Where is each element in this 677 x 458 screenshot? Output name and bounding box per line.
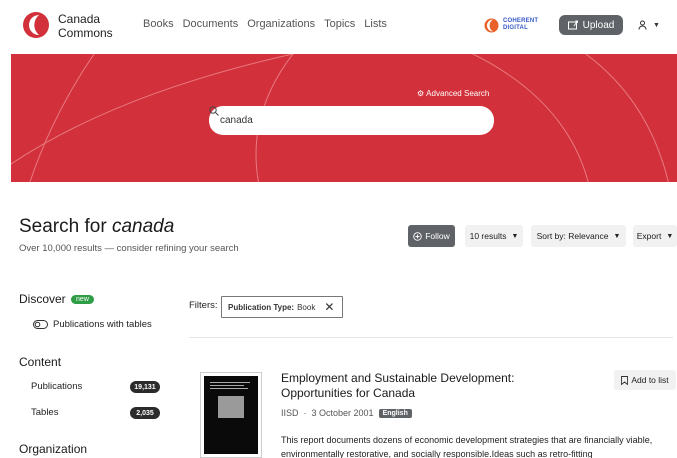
filter-chip-publication-type[interactable]: Publication Type: Book ✕	[221, 296, 343, 318]
nav-lists[interactable]: Lists	[364, 18, 387, 30]
upload-label: Upload	[582, 19, 615, 31]
coherent-digital-text: COHERENT DIGITAL	[503, 18, 538, 32]
sort-label: Sort by: Relevance	[536, 231, 609, 241]
caret-down-icon: ▼	[613, 232, 621, 240]
partner-line1: COHERENT	[503, 18, 539, 24]
publications-count-badge: 19,131	[130, 381, 160, 393]
nav-documents[interactable]: Documents	[183, 18, 239, 30]
upload-button[interactable]: Upload	[559, 15, 623, 35]
divider	[189, 337, 673, 338]
plus-circle-icon	[413, 231, 422, 241]
discover-heading: Discover new	[19, 292, 94, 306]
nav-topics[interactable]: Topics	[324, 18, 355, 30]
filters-label: Filters:	[189, 300, 218, 311]
coherent-digital-icon	[484, 18, 499, 33]
filter-chip-key: Publication Type:	[228, 302, 295, 312]
result-title[interactable]: Employment and Sustainable Development: …	[281, 371, 581, 401]
bookmark-icon	[621, 375, 629, 385]
advanced-search-link[interactable]: ⚙ Advanced Search	[417, 89, 489, 98]
result-description: This report documents dozens of economic…	[281, 435, 653, 458]
book-cover-image	[204, 376, 258, 454]
new-badge: new	[71, 295, 94, 305]
per-page-label: 10 results	[469, 231, 507, 241]
language-badge: English	[378, 408, 412, 418]
top-header: Canada Commons Books Documents Organizat…	[0, 0, 677, 54]
content-heading: Content	[19, 355, 62, 369]
partner-line2: DIGITAL	[503, 25, 528, 31]
organization-heading: Organization	[19, 442, 88, 456]
export-label: Export	[636, 231, 662, 241]
results-per-page-dropdown[interactable]: 10 results ▼	[465, 225, 523, 247]
tables-count-badge: 2,035	[130, 407, 160, 419]
main-nav: Books Documents Organizations Topics Lis…	[143, 18, 387, 30]
sidebar-item-publications[interactable]: Publications	[31, 381, 82, 392]
page-title: Search for canada	[19, 216, 174, 238]
result-thumbnail[interactable]	[200, 372, 262, 458]
canada-commons-logo[interactable]	[22, 11, 50, 39]
publications-with-tables-label: Publications with tables	[53, 319, 152, 330]
coherent-digital-logo[interactable]: COHERENT DIGITAL	[484, 17, 544, 35]
close-icon[interactable]: ✕	[324, 300, 334, 314]
follow-label: Follow	[425, 231, 450, 241]
search-hero: ⚙ Advanced Search canada	[11, 54, 677, 182]
brand-name-line2: Commons	[58, 26, 113, 40]
page-title-query: canada	[111, 216, 175, 237]
user-menu-button[interactable]: ▼	[632, 14, 666, 36]
nav-books[interactable]: Books	[143, 18, 174, 30]
meta-separator: ·	[303, 408, 307, 418]
results-count-text: Over 10,000 results — consider refining …	[19, 243, 239, 254]
toggle-icon	[33, 320, 48, 329]
brand-name-line1: Canada	[58, 12, 101, 26]
result-publisher[interactable]: IISD	[281, 408, 299, 418]
user-icon	[638, 20, 647, 30]
sort-dropdown[interactable]: Sort by: Relevance ▼	[531, 225, 626, 247]
gear-icon: ⚙	[417, 89, 425, 98]
search-icon	[209, 106, 219, 116]
caret-down-icon: ▼	[666, 232, 674, 240]
search-input[interactable]: canada	[209, 106, 494, 135]
discover-heading-label: Discover	[19, 292, 66, 306]
export-dropdown[interactable]: Export ▼	[633, 225, 677, 247]
result-date: 3 October 2001	[311, 408, 374, 418]
caret-down-icon: ▼	[653, 21, 660, 29]
sidebar-item-tables[interactable]: Tables	[31, 407, 58, 418]
result-meta: IISD · 3 October 2001 English	[281, 408, 412, 418]
publications-with-tables-toggle[interactable]: Publications with tables	[33, 319, 152, 330]
follow-button[interactable]: Follow	[408, 225, 455, 247]
add-to-list-button[interactable]: Add to list	[614, 370, 676, 390]
search-value: canada	[220, 115, 253, 126]
upload-icon	[567, 20, 578, 30]
caret-down-icon: ▼	[511, 232, 519, 240]
filter-chip-value: Book	[297, 302, 316, 312]
page-title-prefix: Search for	[19, 216, 107, 237]
advanced-search-label: Advanced Search	[426, 89, 490, 98]
add-to-list-label: Add to list	[631, 375, 669, 385]
nav-organizations[interactable]: Organizations	[247, 18, 315, 30]
brand-name[interactable]: Canada Commons	[58, 12, 113, 40]
